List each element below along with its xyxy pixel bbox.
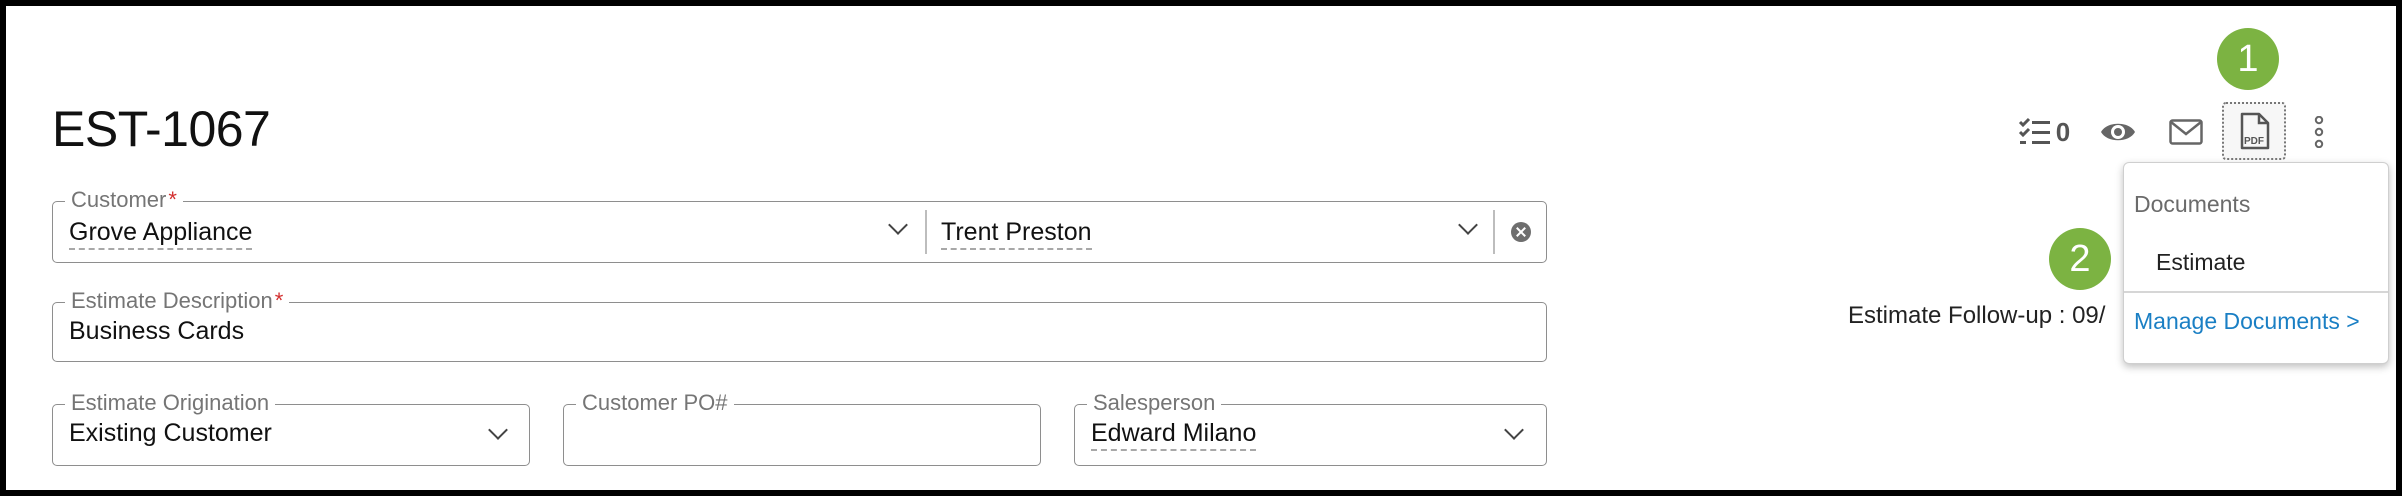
manage-documents-link[interactable]: Manage Documents > [2134,308,2360,335]
pdf-button[interactable]: PDF [2222,102,2286,160]
estimate-origination-field[interactable]: Estimate Origination Existing Customer [52,390,530,466]
step-badge-2: 2 [2049,228,2111,290]
estimate-followup-text: Estimate Follow-up : 09/ [1848,302,2106,329]
checklist-icon [2018,117,2050,144]
estimate-document-item[interactable]: Estimate [2156,249,2245,276]
divider [925,210,927,254]
estimate-description-field[interactable]: Estimate Description* Business Cards [52,288,1547,362]
chevron-down-icon[interactable] [1458,215,1478,235]
customer-field[interactable]: Customer* Grove Appliance Trent Preston [52,187,1547,263]
documents-menu: Documents Estimate Manage Documents > [2123,162,2389,364]
estimate-origination-value: Existing Customer [69,419,272,447]
eye-icon [2101,123,2135,141]
customer-po-label: Customer PO# [576,390,734,416]
customer-po-field[interactable]: Customer PO# [563,390,1041,466]
checklist-button[interactable]: 0 [2006,110,2082,154]
documents-menu-header: Documents [2134,191,2251,217]
more-options-button[interactable] [2304,110,2334,154]
step-badge-1: 1 [2217,28,2279,90]
salesperson-label: Salesperson [1087,390,1222,416]
mail-icon [2169,119,2203,145]
customer-company-value[interactable]: Grove Appliance [69,218,253,250]
salesperson-value[interactable]: Edward Milano [1091,419,1257,451]
email-button[interactable] [2164,110,2208,154]
menu-divider [2124,291,2388,293]
required-marker: * [274,288,284,313]
page-title: EST-1067 [52,101,271,157]
checklist-count: 0 [2055,116,2071,147]
chevron-down-icon[interactable] [488,420,508,440]
chevron-down-icon[interactable] [888,215,908,235]
estimate-page: EST-1067 0 PDF 1 2 Customer* Grove Appli… [6,6,2396,490]
divider [1493,210,1495,254]
clear-icon[interactable] [1511,222,1531,242]
estimate-origination-label: Estimate Origination [65,390,276,416]
estimate-description-label: Estimate Description* [65,288,290,314]
preview-button[interactable] [2096,110,2140,154]
more-vertical-icon [2314,116,2324,148]
salesperson-field[interactable]: Salesperson Edward Milano [1074,390,1547,466]
required-marker: * [168,187,177,212]
estimate-description-value: Business Cards [69,317,245,345]
customer-contact-value[interactable]: Trent Preston [941,218,1092,250]
chevron-down-icon[interactable] [1504,420,1524,440]
pdf-label: PDF [2244,136,2264,147]
customer-label: Customer* [65,187,183,213]
